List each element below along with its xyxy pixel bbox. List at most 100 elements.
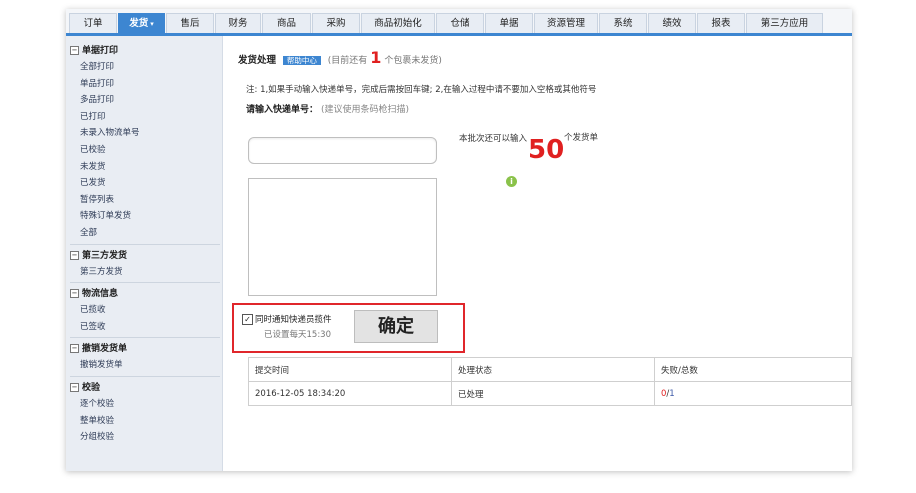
nav-tab-label: 订单 xyxy=(83,18,103,29)
table-header-row: 提交时间 处理状态 失败/总数 xyxy=(248,357,852,382)
table-row: 2016-12-05 18:34:20 已处理 0/1 xyxy=(248,381,852,406)
sidebar-item[interactable]: 整单校验 xyxy=(66,413,223,430)
nav-tab-10[interactable]: 系统 xyxy=(599,13,647,33)
sidebar-group-4: − 校验 逐个校验 整单校验 分组校验 xyxy=(66,380,223,446)
nav-tab-3[interactable]: 财务 xyxy=(215,13,261,33)
page-title: 发货处理 xyxy=(238,55,277,66)
nav-tab-5[interactable]: 采购 xyxy=(312,13,360,33)
submission-table: 提交时间 处理状态 失败/总数 2016-12-05 18:34:20 已处理 … xyxy=(248,357,852,406)
sidebar-divider xyxy=(70,376,220,377)
sidebar-item[interactable]: 暂停列表 xyxy=(66,192,223,209)
app-window: 订单 发货 ▾ 售后 财务 商品 采购 商品初始化 仓储 单据 资源管理 系统 绩效 报表 第三方应用 − 单… xyxy=(66,9,852,471)
nav-tab-8[interactable]: 单据 xyxy=(485,13,533,33)
sidebar: − 单据打印 全部打印 单品打印 多品打印 已打印 未录入物流单号 已校验 未发货 已发货 暂停列表… xyxy=(66,36,223,471)
sidebar-item[interactable]: 分组校验 xyxy=(66,429,223,446)
remain-prefix: (目前还有 xyxy=(327,56,368,66)
sidebar-divider xyxy=(70,243,220,245)
sidebar-item[interactable]: 全部 xyxy=(66,225,223,242)
row-fail-total: 0/1 xyxy=(654,381,852,406)
sidebar-item[interactable]: 未录入物流单号 xyxy=(66,125,223,142)
nav-tab-label: 采购 xyxy=(326,18,346,29)
nav-tab-label: 财务 xyxy=(228,18,248,29)
sidebar-item[interactable]: 第三方发货 xyxy=(66,264,223,281)
main-content: 发货处理 帮助中心 (目前还有 1 个包裹未发货) 注: 1,如果手动输入快递单号，… xyxy=(224,36,852,471)
sidebar-item[interactable]: 已揽收 xyxy=(66,302,223,319)
nav-tab-7[interactable]: 仓储 xyxy=(436,13,484,33)
nav-tab-0[interactable]: 订单 xyxy=(69,13,117,33)
capacity-number: 50 xyxy=(528,135,565,165)
tracking-input-label: 请输入快递单号： (建议使用条码枪扫描) xyxy=(246,102,409,115)
sidebar-group-1: − 第三方发货 第三方发货 xyxy=(66,248,223,281)
sidebar-group-3: − 撤销发货单 撤销发货单 xyxy=(66,341,223,374)
nav-tab-1[interactable]: 发货 ▾ xyxy=(118,13,165,33)
col-submit-time: 提交时间 xyxy=(248,357,452,382)
nav-tab-12[interactable]: 报表 xyxy=(697,13,745,33)
tracking-list-textarea[interactable] xyxy=(248,178,437,296)
sidebar-item[interactable]: 已校验 xyxy=(66,142,223,159)
sidebar-item[interactable]: 逐个校验 xyxy=(66,396,223,413)
col-status: 处理状态 xyxy=(451,357,655,382)
sidebar-group-0: − 单据打印 全部打印 单品打印 多品打印 已打印 未录入物流单号 已校验 未发货 已发货 暂停列表… xyxy=(66,43,223,242)
pickup-time-text: 已设置每天15:30 xyxy=(264,330,331,340)
sidebar-group-title: 第三方发货 xyxy=(82,250,128,261)
sidebar-group-header[interactable]: − 撤销发货单 xyxy=(66,341,223,357)
nav-tab-9[interactable]: 资源管理 xyxy=(534,13,598,33)
sidebar-item[interactable]: 已发货 xyxy=(66,175,223,192)
sidebar-item[interactable]: 特殊订单发货 xyxy=(66,208,223,225)
nav-tab-label: 资源管理 xyxy=(546,18,585,29)
sidebar-group-header[interactable]: − 校验 xyxy=(66,380,223,396)
title-row: 发货处理 帮助中心 (目前还有 1 个包裹未发货) xyxy=(238,48,442,67)
capacity-suffix: 个发货单 xyxy=(564,133,599,143)
nav-tab-6[interactable]: 商品初始化 xyxy=(361,13,435,33)
nav-tab-label: 售后 xyxy=(180,18,200,29)
nav-tab-13[interactable]: 第三方应用 xyxy=(746,13,823,33)
nav-tab-2[interactable]: 售后 xyxy=(166,13,214,33)
notify-courier-label: 同时通知快递员揽件 xyxy=(255,315,332,325)
sidebar-group-header[interactable]: − 物流信息 xyxy=(66,286,223,302)
sidebar-group-title: 撤销发货单 xyxy=(82,344,128,355)
sidebar-item[interactable]: 未发货 xyxy=(66,159,223,176)
collapse-icon[interactable]: − xyxy=(70,46,79,55)
capacity-prefix: 本批次还可以输入 xyxy=(459,134,528,144)
collapse-icon[interactable]: − xyxy=(70,344,79,354)
sidebar-group-header[interactable]: − 单据打印 xyxy=(66,43,223,59)
nav-tab-label: 单据 xyxy=(499,18,519,29)
help-center-link[interactable]: 帮助中心 xyxy=(282,56,321,65)
tracking-number-input[interactable] xyxy=(248,137,437,164)
remain-suffix: 个包裹未发货) xyxy=(384,56,442,66)
confirm-button[interactable]: 确定 xyxy=(354,310,438,343)
nav-tab-label: 系统 xyxy=(613,18,633,29)
remain-count: 1 xyxy=(370,48,382,67)
sidebar-group-title: 物流信息 xyxy=(82,289,119,300)
notify-courier-checkbox[interactable]: ✓ xyxy=(242,314,253,325)
dropdown-caret-icon: ▾ xyxy=(150,20,154,28)
sidebar-item[interactable]: 已打印 xyxy=(66,109,223,126)
sidebar-item[interactable]: 多品打印 xyxy=(66,92,223,109)
collapse-icon[interactable]: − xyxy=(70,289,79,299)
collapse-icon[interactable]: − xyxy=(70,383,79,392)
collapse-icon[interactable]: − xyxy=(70,250,79,260)
sidebar-item[interactable]: 已签收 xyxy=(66,319,223,336)
sidebar-divider xyxy=(70,282,220,284)
sidebar-group-title: 单据打印 xyxy=(82,46,119,56)
info-check-icon: i xyxy=(506,176,517,187)
total-count: 1 xyxy=(669,388,675,399)
fail-count: 0 xyxy=(661,388,667,399)
top-navigation: 订单 发货 ▾ 售后 财务 商品 采购 商品初始化 仓储 单据 资源管理 系统 绩效 报表 第三方应用 xyxy=(66,9,852,34)
nav-tab-label: 商品 xyxy=(276,18,296,29)
sidebar-divider xyxy=(70,337,220,339)
row-status: 已处理 xyxy=(451,381,655,406)
tracking-label-text: 请输入快递单号： xyxy=(246,105,319,115)
nav-tab-label: 报表 xyxy=(711,18,731,29)
nav-tab-4[interactable]: 商品 xyxy=(262,13,311,33)
sidebar-group-title: 校验 xyxy=(82,383,101,393)
sidebar-group-2: − 物流信息 已揽收 已签收 xyxy=(66,286,223,335)
nav-tab-11[interactable]: 绩效 xyxy=(648,13,696,33)
tracking-hint: (建议使用条码枪扫描) xyxy=(321,105,410,115)
sidebar-item[interactable]: 全部打印 xyxy=(66,59,223,76)
sidebar-item[interactable]: 撤销发货单 xyxy=(66,357,223,374)
sidebar-item[interactable]: 单品打印 xyxy=(66,76,223,93)
sidebar-group-header[interactable]: − 第三方发货 xyxy=(66,248,223,264)
col-fail-total: 失败/总数 xyxy=(654,357,852,382)
nav-tab-label: 第三方应用 xyxy=(760,18,809,29)
